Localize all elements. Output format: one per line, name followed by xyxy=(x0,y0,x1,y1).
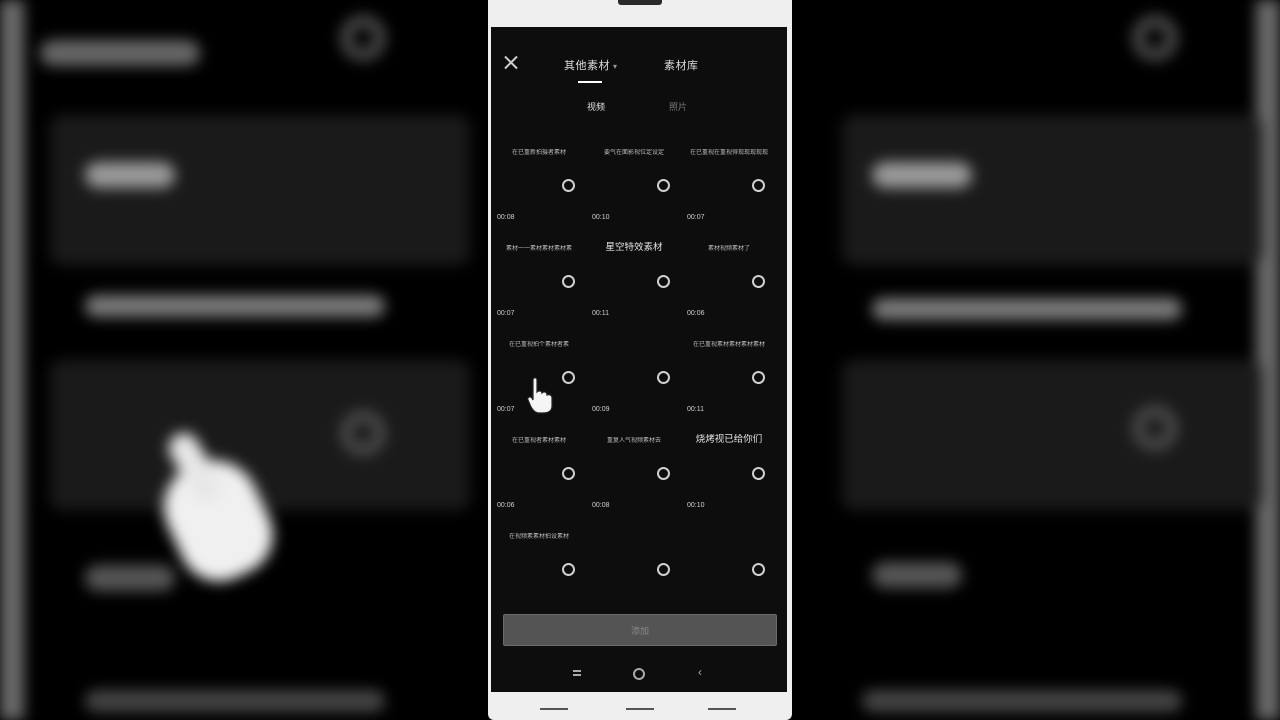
material-item[interactable]: 00:09 xyxy=(586,331,680,427)
select-circle-icon[interactable] xyxy=(657,179,670,192)
material-item[interactable]: 在视频素素材拍设素材 xyxy=(491,523,585,619)
material-title: 素材视频素材了 xyxy=(707,246,750,252)
tab-material-library[interactable]: 素材库 xyxy=(664,57,699,73)
add-button-label: 添加 xyxy=(630,626,649,636)
phone-earpiece xyxy=(618,0,662,5)
select-circle-icon[interactable] xyxy=(752,563,765,576)
material-item[interactable]: 要气在面影视位定设定 00:10 xyxy=(586,139,680,235)
material-item[interactable]: 重复人气视频素材去 00:08 xyxy=(586,427,680,523)
material-duration: 00:07 xyxy=(687,214,705,221)
subtab-photo[interactable]: 照片 xyxy=(669,100,687,113)
add-button[interactable]: 添加 xyxy=(503,614,777,646)
home-icon[interactable] xyxy=(633,668,645,680)
material-title: 在已重视拍个素材者素 xyxy=(508,342,569,348)
material-title: 星空特效素材 xyxy=(605,242,663,253)
select-circle-icon[interactable] xyxy=(657,371,670,384)
tab-label: 其他素材 xyxy=(564,60,610,72)
material-duration: 00:07 xyxy=(497,406,515,413)
select-circle-icon[interactable] xyxy=(752,371,765,384)
material-duration: 00:09 xyxy=(592,406,610,413)
material-item[interactable]: 在已重视在重视得现现现现现 00:07 xyxy=(681,139,775,235)
material-title: 重复人气视频素材去 xyxy=(606,438,661,444)
material-item[interactable]: 素材视频素材了 00:06 xyxy=(681,235,775,331)
select-circle-icon[interactable] xyxy=(752,467,765,480)
material-duration: 00:06 xyxy=(687,310,705,317)
active-tab-indicator xyxy=(578,81,602,83)
subtab-video[interactable]: 视频 xyxy=(587,100,605,113)
material-title: 在已重视素材素材素材素材 xyxy=(692,342,765,348)
select-circle-icon[interactable] xyxy=(562,275,575,288)
material-duration: 00:07 xyxy=(497,310,515,317)
hardware-menu-key-icon xyxy=(708,708,736,716)
phone-hardware-keys xyxy=(488,700,792,720)
material-title: 在已重视者素材素材 xyxy=(511,438,566,444)
hardware-home-key-icon xyxy=(626,708,654,716)
select-circle-icon[interactable] xyxy=(657,467,670,480)
select-circle-icon[interactable] xyxy=(562,371,575,384)
material-title: 素材一一素材素材素材素 xyxy=(505,246,572,252)
material-duration: 00:10 xyxy=(687,502,705,509)
chevron-down-icon: ▾ xyxy=(613,62,618,71)
blurred-background-right xyxy=(792,0,1280,720)
material-duration: 00:11 xyxy=(592,310,609,317)
material-item[interactable]: 在已重新拍摄者素材 00:08 xyxy=(491,139,585,235)
material-item[interactable]: 在已重视者素材素材 00:06 xyxy=(491,427,585,523)
material-item[interactable]: 素材一一素材素材素材素 00:07 xyxy=(491,235,585,331)
material-duration: 00:11 xyxy=(687,406,704,413)
material-item[interactable] xyxy=(681,523,775,619)
material-duration: 00:06 xyxy=(497,502,515,509)
material-duration: 00:08 xyxy=(592,502,610,509)
top-bar: 其他素材 ▾ 素材库 xyxy=(491,27,787,87)
material-item[interactable] xyxy=(586,523,680,619)
android-nav-bar: ‹ xyxy=(491,659,787,689)
select-circle-icon[interactable] xyxy=(752,179,765,192)
material-title: 在已重视在重视得现现现现现 xyxy=(689,150,768,156)
select-circle-icon[interactable] xyxy=(562,563,575,576)
material-title: 在视频素素材拍设素材 xyxy=(508,534,569,540)
tab-label: 素材库 xyxy=(664,60,699,72)
material-title: 烧烤视已给你们 xyxy=(695,434,763,445)
pointer-hand-icon xyxy=(527,377,553,414)
phone-frame: 其他素材 ▾ 素材库 视频 照片 在已重新拍摄者素材 00:08 要气在面影视位定设定… xyxy=(488,0,792,720)
select-circle-icon[interactable] xyxy=(657,275,670,288)
material-duration: 00:08 xyxy=(497,214,515,221)
tab-other-materials[interactable]: 其他素材 ▾ xyxy=(564,57,618,73)
select-circle-icon[interactable] xyxy=(562,179,575,192)
material-item[interactable]: 在已重视素材素材素材素材 00:11 xyxy=(681,331,775,427)
select-circle-icon[interactable] xyxy=(752,275,765,288)
menu-icon[interactable] xyxy=(573,669,581,677)
phone-screen: 其他素材 ▾ 素材库 视频 照片 在已重新拍摄者素材 00:08 要气在面影视位定设定… xyxy=(491,27,787,692)
video-frame: 其他素材 ▾ 素材库 视频 照片 在已重新拍摄者素材 00:08 要气在面影视位定设定… xyxy=(0,0,1280,720)
material-duration: 00:10 xyxy=(592,214,610,221)
hardware-back-key-icon xyxy=(540,708,568,716)
close-icon[interactable] xyxy=(503,55,519,71)
material-item[interactable]: 烧烤视已给你们 00:10 xyxy=(681,427,775,523)
material-item[interactable]: 星空特效素材 00:11 xyxy=(586,235,680,331)
back-icon[interactable]: ‹ xyxy=(698,665,702,679)
select-circle-icon[interactable] xyxy=(657,563,670,576)
select-circle-icon[interactable] xyxy=(562,467,575,480)
blurred-background-left xyxy=(0,0,488,720)
material-title: 在已重新拍摄者素材 xyxy=(511,150,566,156)
material-title: 要气在面影视位定设定 xyxy=(603,150,664,156)
